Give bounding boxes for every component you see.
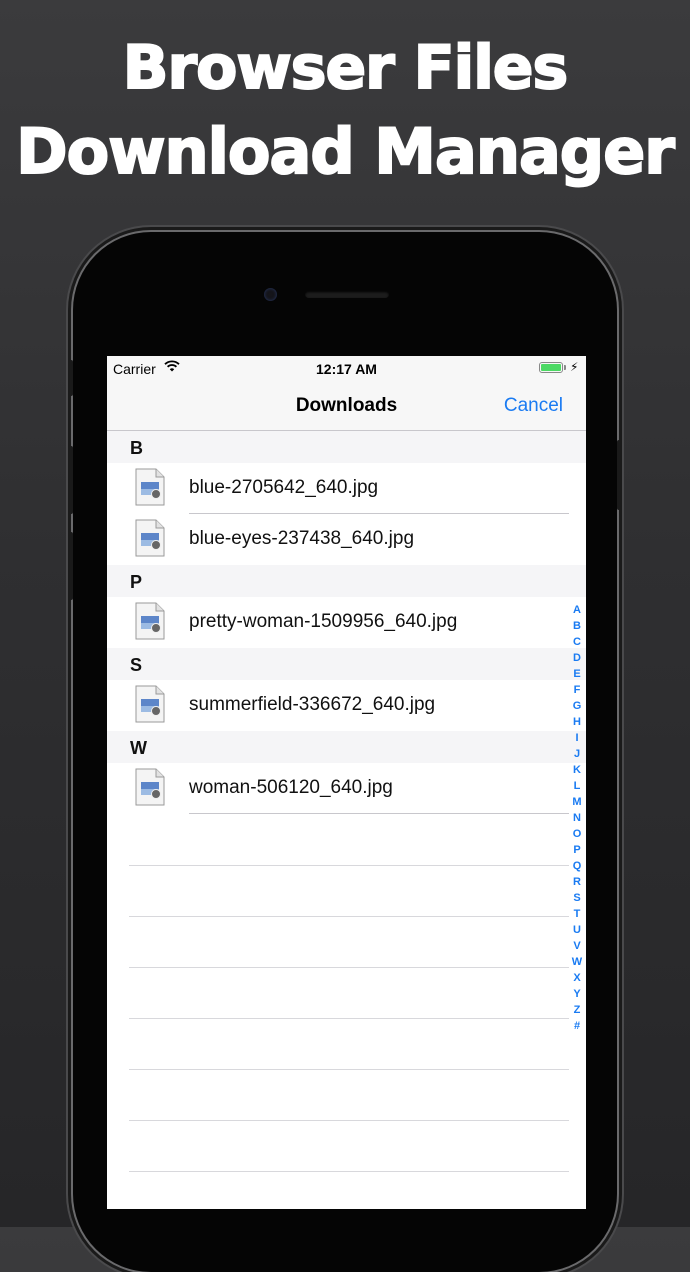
index-letter[interactable]: I bbox=[570, 730, 584, 746]
index-letter[interactable]: A bbox=[570, 602, 584, 618]
file-name: blue-2705642_640.jpg bbox=[189, 477, 379, 498]
file-name: blue-eyes-237438_640.jpg bbox=[189, 528, 415, 549]
volume-down-button bbox=[68, 532, 73, 600]
index-letter[interactable]: B bbox=[570, 618, 584, 634]
file-row[interactable]: blue-2705642_640.jpg bbox=[107, 463, 586, 514]
index-letter[interactable]: T bbox=[570, 906, 584, 922]
image-file-icon bbox=[135, 519, 165, 557]
empty-row-separator bbox=[129, 865, 569, 866]
mute-switch bbox=[68, 360, 73, 396]
file-name: pretty-woman-1509956_640.jpg bbox=[189, 611, 458, 632]
index-letter[interactable]: R bbox=[570, 874, 584, 890]
file-name: summerfield-336672_640.jpg bbox=[189, 694, 436, 715]
section-header-letter: B bbox=[130, 438, 143, 458]
image-file-icon bbox=[135, 602, 165, 640]
index-letter[interactable]: S bbox=[570, 890, 584, 906]
index-letter[interactable]: # bbox=[570, 1018, 584, 1034]
section-index[interactable]: A B C D E F G H I J K L M N O P Q R S T U V W X Y Z # bbox=[570, 602, 584, 1034]
status-bar: Carrier 12:17 AM ⚡ bbox=[107, 356, 586, 380]
charging-bolt-icon: ⚡ bbox=[570, 360, 579, 374]
empty-row-separator bbox=[129, 1018, 569, 1019]
volume-up-button bbox=[68, 446, 73, 514]
file-name: woman-506120_640.jpg bbox=[189, 777, 393, 798]
empty-row-separator bbox=[129, 1120, 569, 1121]
index-letter[interactable]: E bbox=[570, 666, 584, 682]
section-header-letter: P bbox=[130, 572, 143, 592]
empty-row-separator bbox=[129, 1171, 569, 1172]
index-letter[interactable]: Z bbox=[570, 1002, 584, 1018]
front-camera bbox=[264, 288, 277, 301]
index-letter[interactable]: V bbox=[570, 938, 584, 954]
file-row[interactable]: blue-eyes-237438_640.jpg bbox=[107, 514, 586, 565]
empty-row-separator bbox=[129, 916, 569, 917]
index-letter[interactable]: U bbox=[570, 922, 584, 938]
status-time: 12:17 AM bbox=[316, 361, 377, 377]
empty-row-separator bbox=[129, 1069, 569, 1070]
index-letter[interactable]: Y bbox=[570, 986, 584, 1002]
index-letter[interactable]: K bbox=[570, 762, 584, 778]
file-row[interactable]: summerfield-336672_640.jpg bbox=[107, 680, 586, 731]
earpiece-speaker bbox=[305, 291, 389, 298]
index-letter[interactable]: O bbox=[570, 826, 584, 842]
battery-tip bbox=[564, 365, 566, 370]
promo-title-line1: Browser Files bbox=[122, 32, 569, 104]
power-button bbox=[617, 440, 622, 510]
index-letter[interactable]: G bbox=[570, 698, 584, 714]
section-header-letter: S bbox=[130, 655, 143, 675]
section-header-s: S bbox=[107, 648, 586, 680]
row-separator bbox=[189, 813, 569, 814]
index-letter[interactable]: N bbox=[570, 810, 584, 826]
image-file-icon bbox=[135, 768, 165, 806]
section-header-letter: W bbox=[130, 738, 147, 758]
section-header-w: W bbox=[107, 731, 586, 763]
index-letter[interactable]: D bbox=[570, 650, 584, 666]
navigation-bar: Downloads Cancel bbox=[107, 380, 586, 431]
index-letter[interactable]: J bbox=[570, 746, 584, 762]
file-row[interactable]: pretty-woman-1509956_640.jpg bbox=[107, 597, 586, 648]
index-letter[interactable]: L bbox=[570, 778, 584, 794]
index-letter[interactable]: H bbox=[570, 714, 584, 730]
index-letter[interactable]: Q bbox=[570, 858, 584, 874]
image-file-icon bbox=[135, 468, 165, 506]
index-letter[interactable]: C bbox=[570, 634, 584, 650]
battery-icon bbox=[539, 362, 563, 373]
empty-row-separator bbox=[129, 967, 569, 968]
section-header-p: P bbox=[107, 565, 586, 597]
file-row[interactable]: woman-506120_640.jpg bbox=[107, 763, 586, 814]
section-header-b: B bbox=[107, 431, 586, 463]
index-letter[interactable]: P bbox=[570, 842, 584, 858]
cancel-button[interactable]: Cancel bbox=[504, 395, 563, 417]
index-letter[interactable]: X bbox=[570, 970, 584, 986]
index-letter[interactable]: W bbox=[570, 954, 584, 970]
phone-screen: Carrier 12:17 AM ⚡ Downloads Cancel Bblu… bbox=[107, 356, 586, 1209]
index-letter[interactable]: F bbox=[570, 682, 584, 698]
index-letter[interactable]: M bbox=[570, 794, 584, 810]
promo-title-line2: Download Manager bbox=[15, 114, 676, 189]
image-file-icon bbox=[135, 685, 165, 723]
